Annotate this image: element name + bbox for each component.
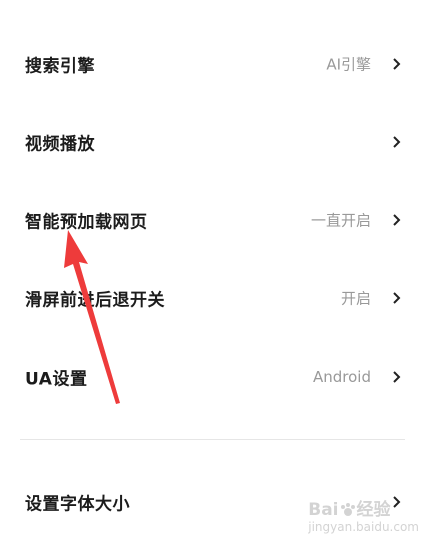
chevron-right-icon [393, 292, 401, 304]
setting-label: 智能预加载网页 [25, 212, 148, 233]
watermark-brand2: 经验 [356, 500, 391, 520]
setting-label: 搜索引擎 [25, 56, 95, 77]
chevron-right-icon [393, 136, 401, 148]
setting-row-search-engine[interactable]: 搜索引擎 AI引擎 [0, 34, 433, 94]
setting-label: 视频播放 [25, 134, 95, 155]
paw-icon [340, 503, 355, 516]
setting-value: AI引擎 [326, 55, 371, 74]
setting-row-swipe-navigation[interactable]: 滑屏前进后退开关 开启 [0, 268, 433, 328]
setting-row-ua[interactable]: UA设置 Android [0, 347, 433, 407]
setting-row-smart-preload[interactable]: 智能预加载网页 一直开启 [0, 190, 433, 250]
setting-value: Android [313, 368, 371, 386]
chevron-right-icon [393, 214, 401, 226]
setting-value: 一直开启 [310, 211, 371, 230]
setting-label: UA设置 [25, 369, 88, 390]
section-divider [20, 439, 405, 440]
setting-value: 开启 [340, 289, 371, 308]
chevron-right-icon [393, 371, 401, 383]
setting-label: 滑屏前进后退开关 [25, 290, 165, 311]
setting-row-video-playback[interactable]: 视频播放 [0, 112, 433, 172]
watermark-domain: jingyan.baidu.com [308, 520, 419, 534]
watermark-brand: Bai [308, 500, 339, 520]
setting-label: 设置字体大小 [25, 494, 130, 515]
baidu-watermark: Bai 经验 jingyan.baidu.com [308, 495, 419, 534]
chevron-right-icon [393, 58, 401, 70]
